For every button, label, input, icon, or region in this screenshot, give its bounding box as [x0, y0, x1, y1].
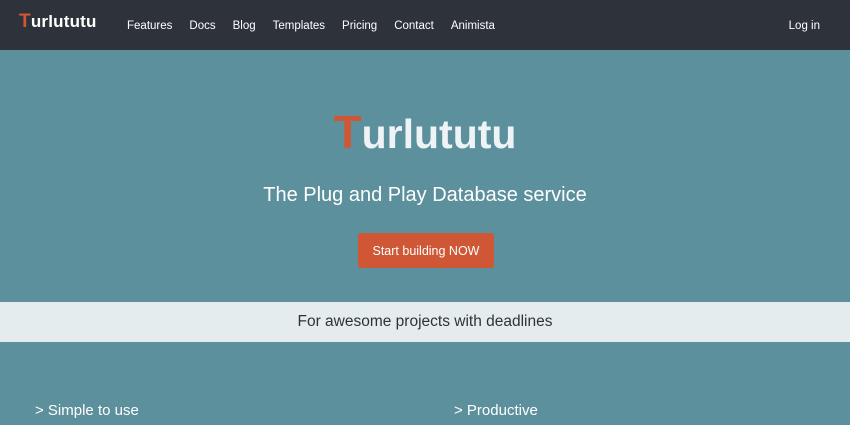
- hero-title: Turlututu: [0, 107, 850, 159]
- nav-item: Animista: [451, 16, 495, 34]
- nav-link-animista[interactable]: Animista: [451, 20, 495, 32]
- main-nav: Features Docs Blog Templates Pricing Con…: [127, 0, 512, 50]
- brand-accent-letter: T: [19, 11, 31, 32]
- banner-text: For awesome projects with deadlines: [297, 313, 553, 330]
- nav-link-docs[interactable]: Docs: [189, 20, 215, 32]
- nav-item: Docs: [189, 16, 215, 34]
- nav-link-pricing[interactable]: Pricing: [342, 20, 377, 32]
- start-building-button[interactable]: Start building NOW: [358, 233, 494, 268]
- nav-link-blog[interactable]: Blog: [233, 20, 256, 32]
- brand-logo-link[interactable]: Turlututu: [19, 11, 97, 33]
- brand-name-rest: urlututu: [30, 12, 97, 31]
- feature-heading-simple: > Simple to use: [35, 402, 139, 419]
- top-navbar: Turlututu Features Docs Blog Templates P…: [0, 0, 850, 50]
- nav-link-features[interactable]: Features: [127, 20, 172, 32]
- feature-heading-productive: > Productive: [454, 402, 538, 419]
- nav-link-contact[interactable]: Contact: [394, 20, 434, 32]
- hero-title-rest: urlututu: [361, 111, 517, 157]
- nav-item: Features: [127, 16, 172, 34]
- nav-item: Templates: [273, 16, 325, 34]
- hero-section: Turlututu The Plug and Play Database ser…: [0, 50, 850, 302]
- hero-title-accent-letter: T: [333, 106, 362, 158]
- nav-item: Contact: [394, 16, 434, 34]
- login-link[interactable]: Log in: [789, 20, 820, 32]
- nav-item: Pricing: [342, 16, 377, 34]
- tagline-banner: For awesome projects with deadlines: [0, 302, 850, 342]
- nav-link-templates[interactable]: Templates: [273, 20, 325, 32]
- nav-item: Blog: [233, 16, 256, 34]
- features-section: > Simple to use > Productive: [0, 342, 850, 425]
- hero-tagline: The Plug and Play Database service: [263, 184, 587, 206]
